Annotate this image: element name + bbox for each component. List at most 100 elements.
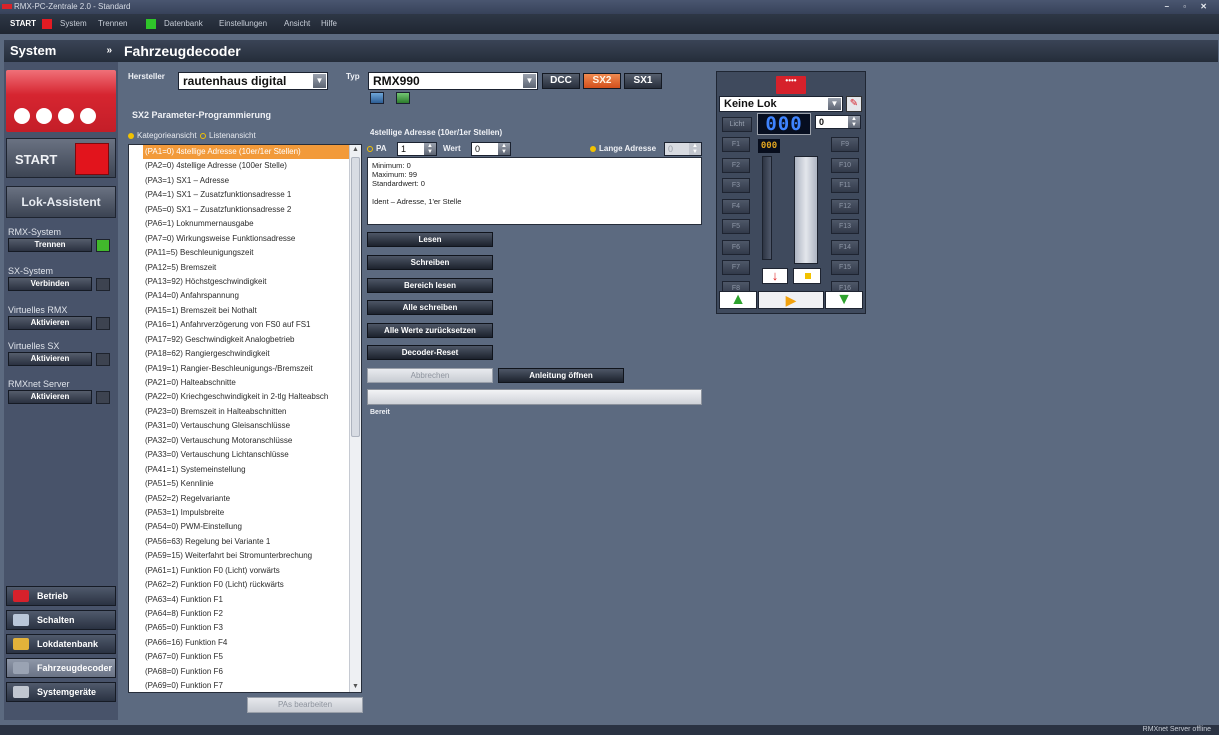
list-item[interactable]: (PA51=5) Kennlinie xyxy=(129,477,361,491)
menu-einstellungen[interactable]: Einstellungen xyxy=(219,14,267,34)
function-button[interactable]: F14 xyxy=(831,239,859,255)
start-button[interactable]: START xyxy=(6,138,116,178)
menu-hilfe[interactable]: Hilfe xyxy=(321,14,337,34)
scroll-thumb[interactable] xyxy=(351,157,360,437)
list-item[interactable]: (PA54=0) PWM-Einstellung xyxy=(129,520,361,534)
list-item[interactable]: (PA5=0) SX1 – Zusatzfunktionsadresse 2 xyxy=(129,203,361,217)
function-button[interactable]: F1 xyxy=(722,137,750,152)
scroll-down-icon[interactable]: ▼ xyxy=(350,682,361,692)
function-button[interactable]: F5 xyxy=(722,219,750,234)
forward-button[interactable]: ▲ xyxy=(719,291,757,309)
function-button[interactable]: F2 xyxy=(722,157,750,173)
rmxnet-aktivieren-button[interactable]: Aktivieren xyxy=(8,390,92,404)
list-item[interactable]: (PA2=0) 4stellige Adresse (100er Stelle) xyxy=(129,159,361,173)
list-item[interactable]: (PA65=0) Funktion F3 xyxy=(129,621,361,635)
list-item[interactable]: (PA32=0) Vertauschung Motoranschlüsse xyxy=(129,434,361,448)
list-item[interactable]: (PA69=0) Funktion F7 xyxy=(129,679,361,692)
pa-radio[interactable]: PA xyxy=(367,144,387,153)
lok-select[interactable]: Keine Lok ▼ xyxy=(719,96,843,112)
search-icon[interactable]: ✎ xyxy=(846,96,862,112)
protocol-sx1-button[interactable]: SX1 xyxy=(624,73,662,89)
list-item[interactable]: (PA22=0) Kriechgeschwindigkeit in 2-tlg … xyxy=(129,390,361,404)
lange-adresse-radio[interactable]: Lange Adresse xyxy=(590,144,656,153)
list-item[interactable]: (PA67=0) Funktion F5 xyxy=(129,650,361,664)
abbrechen-button[interactable]: Abbrechen xyxy=(367,368,493,383)
list-item[interactable]: (PA18=62) Rangiergeschwindigkeit xyxy=(129,347,361,361)
function-button[interactable]: F6 xyxy=(722,239,750,255)
spinner-arrows-icon[interactable]: ▲ ▼ xyxy=(848,116,860,128)
pas-bearbeiten-button[interactable]: PAs bearbeiten xyxy=(247,697,363,713)
list-item[interactable]: (PA53=1) Impulsbreite xyxy=(129,506,361,520)
list-item[interactable]: (PA59=15) Weiterfahrt bei Stromunterbrec… xyxy=(129,549,361,563)
spinner-arrows-icon[interactable]: ▲ ▼ xyxy=(424,143,436,155)
list-item[interactable]: (PA3=1) SX1 – Adresse xyxy=(129,174,361,188)
parameter-list[interactable]: (PA1=0) 4stellige Adresse (10er/1er Stel… xyxy=(128,144,362,693)
list-item[interactable]: (PA21=0) Halteabschnitte xyxy=(129,376,361,390)
hersteller-select[interactable]: rautenhaus digital ▼ xyxy=(178,72,328,90)
virtual-rmx-button[interactable]: Aktivieren xyxy=(8,316,92,330)
list-item[interactable]: (PA66=16) Funktion F4 xyxy=(129,636,361,650)
decoder-reset-button[interactable]: Decoder-Reset xyxy=(367,345,493,360)
nav-schalten[interactable]: Schalten xyxy=(6,610,116,630)
import-icon[interactable] xyxy=(370,92,384,104)
list-item[interactable]: (PA7=0) Wirkungsweise Funktionsadresse xyxy=(129,232,361,246)
reverse-button[interactable]: ▼ xyxy=(825,291,863,309)
alle-schreiben-button[interactable]: Alle schreiben xyxy=(367,300,493,315)
function-button[interactable]: F9 xyxy=(831,137,859,152)
lok-assistent-button[interactable]: Lok-Assistent xyxy=(6,186,116,218)
spinner-arrows-icon[interactable]: ▲ ▼ xyxy=(498,143,510,155)
function-button[interactable]: F12 xyxy=(831,198,859,214)
list-item[interactable]: (PA61=1) Funktion F0 (Licht) vorwärts xyxy=(129,564,361,578)
wert-spinner[interactable]: 0 ▲ ▼ xyxy=(471,142,511,156)
list-item[interactable]: (PA52=2) Regelvariante xyxy=(129,492,361,506)
menu-ansicht[interactable]: Ansicht xyxy=(284,14,310,34)
list-item[interactable]: (PA62=2) Funktion F0 (Licht) rückwärts xyxy=(129,578,361,592)
protocol-sx2-button[interactable]: SX2 xyxy=(583,73,621,89)
protocol-dcc-button[interactable]: DCC xyxy=(542,73,580,89)
function-button[interactable]: F10 xyxy=(831,157,859,173)
function-button[interactable]: F4 xyxy=(722,198,750,214)
list-item[interactable]: (PA15=1) Bremszeit bei Nothalt xyxy=(129,304,361,318)
nav-fahrzeugdecoder[interactable]: Fahrzeugdecoder xyxy=(6,658,116,678)
lesen-button[interactable]: Lesen xyxy=(367,232,493,247)
sx-verbinden-button[interactable]: Verbinden xyxy=(8,277,92,291)
list-item[interactable]: (PA17=92) Geschwindigkeit Analogbetrieb xyxy=(129,333,361,347)
list-item[interactable]: (PA63=4) Funktion F1 xyxy=(129,593,361,607)
list-item[interactable]: (PA14=0) Anfahrspannung xyxy=(129,289,361,303)
anleitung-oeffnen-button[interactable]: Anleitung öffnen xyxy=(498,368,624,383)
menu-trennen[interactable]: Trennen xyxy=(98,14,128,34)
menu-start[interactable]: START xyxy=(10,14,36,34)
list-item[interactable]: (PA56=63) Regelung bei Variante 1 xyxy=(129,535,361,549)
list-item[interactable]: (PA68=0) Funktion F6 xyxy=(129,665,361,679)
speed-step-spinner[interactable]: 0 ▲ ▼ xyxy=(815,115,861,129)
speed-slider-track[interactable] xyxy=(762,156,772,260)
list-item[interactable]: (PA64=8) Funktion F2 xyxy=(129,607,361,621)
menu-datenbank[interactable]: Datenbank xyxy=(164,14,203,34)
list-item[interactable]: (PA31=0) Vertauschung Gleisanschlüsse xyxy=(129,419,361,433)
function-button[interactable]: F3 xyxy=(722,178,750,193)
nav-betrieb[interactable]: Betrieb xyxy=(6,586,116,606)
stop-button[interactable]: ▶ xyxy=(758,291,824,309)
window-controls[interactable]: – ▫ ✕ xyxy=(1165,0,1213,14)
list-item[interactable]: (PA41=1) Systemeinstellung xyxy=(129,463,361,477)
list-item[interactable]: (PA6=1) Loknummernausgabe xyxy=(129,217,361,231)
list-item[interactable]: (PA11=5) Beschleunigungszeit xyxy=(129,246,361,260)
function-button[interactable]: F7 xyxy=(722,260,750,275)
function-button[interactable]: F11 xyxy=(831,178,859,193)
collapse-sidebar-icon[interactable]: » xyxy=(106,40,112,62)
arrow-down-icon[interactable]: ↓ xyxy=(762,268,788,284)
rmx-trennen-button[interactable]: Trennen xyxy=(8,238,92,252)
list-item[interactable]: (PA16=1) Anfahrverzögerung von FS0 auf F… xyxy=(129,318,361,332)
schreiben-button[interactable]: Schreiben xyxy=(367,255,493,270)
virtual-sx-button[interactable]: Aktivieren xyxy=(8,352,92,366)
bereich-lesen-button[interactable]: Bereich lesen xyxy=(367,278,493,293)
scroll-up-icon[interactable]: ▲ xyxy=(350,145,361,155)
warning-button[interactable] xyxy=(793,268,821,284)
list-item[interactable]: (PA1=0) 4stellige Adresse (10er/1er Stel… xyxy=(143,145,349,160)
export-icon[interactable] xyxy=(396,92,410,104)
typ-select[interactable]: RMX990 ▼ xyxy=(368,72,538,90)
list-item[interactable]: (PA23=0) Bremszeit in Halteabschnitten xyxy=(129,405,361,419)
menu-system[interactable]: System xyxy=(60,14,87,34)
list-item[interactable]: (PA4=1) SX1 – Zusatzfunktionsadresse 1 xyxy=(129,188,361,202)
list-scrollbar[interactable]: ▲ ▼ xyxy=(349,145,361,692)
